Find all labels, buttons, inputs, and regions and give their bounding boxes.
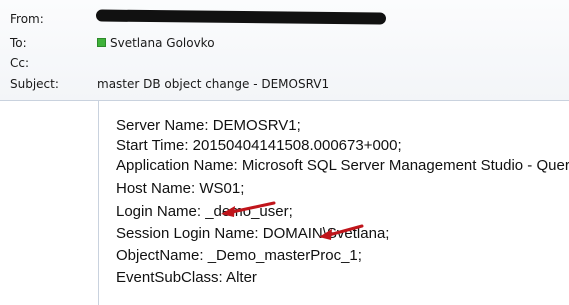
presence-icon [97, 38, 106, 47]
body-line-objectname: ObjectName: _Demo_masterProc_1; [116, 247, 362, 264]
body-line-application: Application Name: Microsoft SQL Server M… [116, 157, 569, 174]
to-row: To: Svetlana Golovko [0, 33, 569, 53]
subject-row: Subject: master DB object change - DEMOS… [0, 74, 569, 94]
to-recipient-name[interactable]: Svetlana Golovko [110, 36, 215, 50]
body-line-server: Server Name: DEMOSRV1; [116, 117, 301, 134]
body-line-host: Host Name: WS01; [116, 180, 245, 197]
arrow-icon [221, 201, 276, 217]
message-header: From: To: Svetlana Golovko Cc: Subject: … [0, 0, 569, 101]
cc-label: Cc: [10, 56, 30, 70]
body-line-eventsubclass: EventSubClass: Alter [116, 269, 257, 286]
subject-label: Subject: [10, 77, 59, 91]
arrow-icon [319, 224, 364, 240]
to-recipient[interactable]: Svetlana Golovko [97, 33, 215, 53]
to-label: To: [10, 36, 27, 50]
cc-row: Cc: [0, 53, 569, 73]
subject-value: master DB object change - DEMOSRV1 [97, 77, 330, 91]
from-label: From: [10, 12, 44, 26]
body-line-start-time: Start Time: 20150404141508.000673+000; [116, 137, 402, 154]
